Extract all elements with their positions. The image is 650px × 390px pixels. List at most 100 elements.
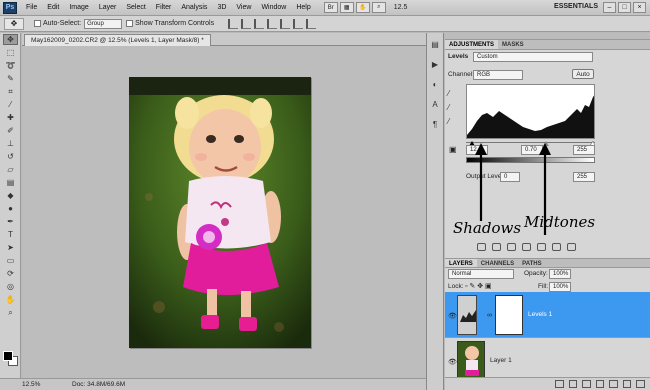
eraser-tool-icon[interactable]: ▱ — [3, 164, 18, 175]
layer-row-levels[interactable]: 👁 ∞ Levels 1 — [445, 292, 650, 338]
align-vcenter-icon[interactable] — [241, 18, 252, 29]
foreground-color-swatch[interactable] — [3, 351, 13, 361]
hand-tool-icon[interactable]: ✋ — [3, 294, 18, 305]
gradient-tool-icon[interactable]: ▤ — [3, 177, 18, 188]
crop-tool-icon[interactable]: ⌗ — [3, 86, 18, 97]
3d-orbit-icon[interactable]: ◎ — [3, 281, 18, 292]
delete-adjustment-icon[interactable] — [567, 243, 576, 251]
close-button[interactable]: × — [633, 2, 646, 13]
eye-icon[interactable]: 👁 — [448, 312, 457, 320]
tab-masks[interactable]: MASKS — [498, 40, 528, 49]
type-tool-icon[interactable]: T — [3, 229, 18, 240]
lock-icons[interactable]: ▫ ✎ ✥ ▣ — [465, 282, 492, 290]
distribute-icon[interactable] — [306, 18, 317, 29]
mini-bridge-icon[interactable]: ▦ — [339, 2, 354, 13]
status-zoom[interactable]: 12.5% — [0, 381, 40, 388]
shape-tool-icon[interactable]: ▭ — [3, 255, 18, 266]
tab-channels[interactable]: CHANNELS — [477, 259, 518, 267]
bridge-icon[interactable]: Br — [323, 2, 338, 13]
marquee-tool-icon[interactable]: ⬚ — [3, 47, 18, 58]
gray-eyedropper-icon[interactable]: ⁄ — [448, 103, 458, 113]
opacity-field[interactable]: 100% — [549, 269, 571, 279]
brush-tool-icon[interactable]: ✐ — [3, 125, 18, 136]
new-layer-icon[interactable] — [622, 380, 632, 388]
path-select-icon[interactable]: ➤ — [3, 242, 18, 253]
document-tab-bar: May162009_0202.CR2 @ 12.5% (Levels 1, La… — [22, 33, 426, 46]
healing-brush-icon[interactable]: ✚ — [3, 112, 18, 123]
clip-to-layer-icon[interactable] — [507, 243, 516, 251]
tab-adjustments[interactable]: ADJUSTMENTS — [445, 40, 499, 49]
menu-analysis[interactable]: Analysis — [176, 4, 212, 11]
workspace-switcher[interactable]: ESSENTIALS — [554, 3, 598, 10]
trash-icon[interactable] — [636, 380, 646, 388]
clone-stamp-icon[interactable]: ⊥ — [3, 138, 18, 149]
zoom-level[interactable]: 12.5 — [394, 4, 408, 11]
fill-field[interactable]: 100% — [549, 282, 571, 292]
document-photo[interactable] — [129, 77, 311, 348]
auto-select-dropdown[interactable]: Group — [84, 18, 123, 29]
maximize-button[interactable]: □ — [618, 2, 631, 13]
panel-collapse-strip[interactable] — [445, 33, 650, 40]
reset-icon[interactable] — [552, 243, 561, 251]
color-panel-icon[interactable]: ◐ — [429, 78, 441, 90]
link-icon[interactable]: ∞ — [487, 312, 492, 319]
dodge-tool-icon[interactable]: ● — [3, 203, 18, 214]
eye-icon[interactable]: 👁 — [448, 358, 457, 366]
layer-style-icon[interactable] — [568, 380, 578, 388]
tab-layers[interactable]: LAYERS — [445, 259, 477, 267]
menu-edit[interactable]: Edit — [42, 4, 64, 11]
hand-icon[interactable]: ✋ — [355, 2, 370, 13]
layer-name-layer1[interactable]: Layer 1 — [490, 357, 512, 364]
align-top-icon[interactable] — [228, 18, 239, 29]
show-transform-checkbox[interactable] — [126, 20, 134, 27]
menu-layer[interactable]: Layer — [94, 4, 122, 11]
pen-tool-icon[interactable]: ✒ — [3, 216, 18, 227]
align-bottom-icon[interactable] — [254, 18, 265, 29]
move-tool-preset-icon[interactable]: ✥ — [4, 17, 24, 30]
preset-dropdown[interactable]: Custom — [473, 52, 593, 62]
view-previous-icon[interactable] — [537, 243, 546, 251]
document-tab[interactable]: May162009_0202.CR2 @ 12.5% (Levels 1, La… — [24, 34, 211, 46]
move-tool-icon[interactable]: ✥ — [3, 34, 18, 45]
auto-select-checkbox[interactable] — [34, 20, 41, 27]
menu-image[interactable]: Image — [64, 4, 93, 11]
align-hcenter-icon[interactable] — [280, 18, 291, 29]
align-left-icon[interactable] — [267, 18, 278, 29]
menu-window[interactable]: Window — [256, 4, 291, 11]
layer-mask-thumbnail[interactable] — [495, 295, 523, 335]
new-group-icon[interactable] — [609, 380, 618, 388]
new-adjustment-icon[interactable] — [595, 380, 605, 388]
3d-rotate-icon[interactable]: ⟳ — [3, 268, 18, 279]
character-panel-icon[interactable]: A — [429, 98, 441, 110]
channel-dropdown[interactable]: RGB — [473, 70, 523, 80]
menu-file[interactable]: File — [21, 4, 42, 11]
white-eyedropper-icon[interactable]: ⁄ — [448, 117, 458, 127]
auto-button[interactable]: Auto — [572, 69, 594, 79]
link-layers-icon[interactable] — [555, 380, 564, 388]
paragraph-panel-icon[interactable]: ¶ — [429, 118, 441, 130]
add-mask-icon[interactable] — [582, 380, 591, 388]
history-panel-icon[interactable]: ▤ — [429, 38, 441, 50]
zoom-tool-icon[interactable]: ⌕ — [3, 307, 18, 318]
lasso-tool-icon[interactable]: ➰ — [3, 60, 18, 71]
menu-filter[interactable]: Filter — [151, 4, 177, 11]
quick-select-tool-icon[interactable]: ✎ — [3, 73, 18, 84]
minimize-button[interactable]: – — [603, 2, 616, 13]
menu-3d[interactable]: 3D — [212, 4, 231, 11]
visibility-toggle-icon[interactable] — [522, 243, 531, 251]
eyedropper-tool-icon[interactable]: ⁄ — [3, 99, 18, 110]
blur-tool-icon[interactable]: ◆ — [3, 190, 18, 201]
history-brush-icon[interactable]: ↺ — [3, 151, 18, 162]
actions-panel-icon[interactable]: ▶ — [429, 58, 441, 70]
return-to-list-icon[interactable] — [477, 243, 486, 251]
expanded-view-icon[interactable] — [492, 243, 501, 251]
align-right-icon[interactable] — [293, 18, 304, 29]
menu-help[interactable]: Help — [291, 4, 315, 11]
black-eyedropper-icon[interactable]: ⁄ — [448, 89, 458, 99]
menu-view[interactable]: View — [231, 4, 256, 11]
tab-paths[interactable]: PATHS — [518, 259, 545, 267]
menu-select[interactable]: Select — [121, 4, 150, 11]
layer-name-levels[interactable]: Levels 1 — [528, 311, 552, 318]
blend-mode-dropdown[interactable]: Normal — [448, 269, 514, 279]
zoom-tool-icon[interactable]: ⌕ — [371, 2, 386, 13]
